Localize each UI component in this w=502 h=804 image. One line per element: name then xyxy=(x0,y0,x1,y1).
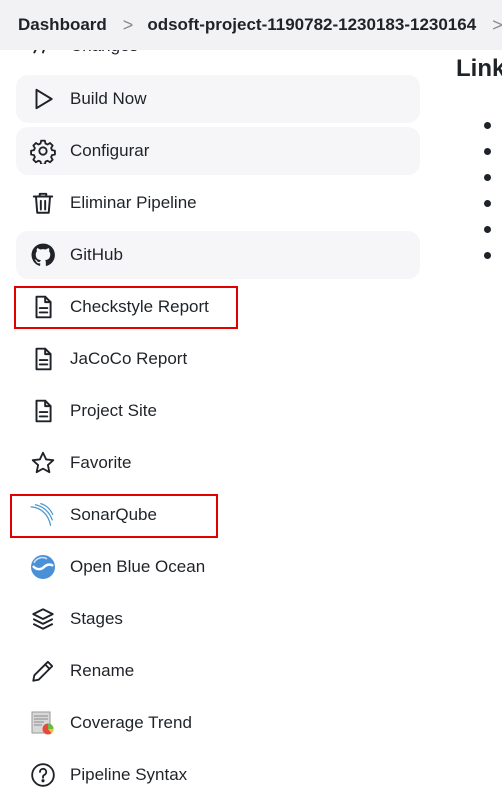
list-item xyxy=(484,200,491,207)
sidebar-item-label: GitHub xyxy=(70,245,123,264)
breadcrumb: Dashboard > odsoft-project-1190782-12301… xyxy=(0,0,502,50)
section-heading: Link xyxy=(456,55,502,82)
sidebar-item-label: Rename xyxy=(70,661,135,680)
sidebar-item-open-blue-ocean[interactable]: Open Blue Ocean xyxy=(16,543,420,591)
sonarqube-icon xyxy=(30,502,56,528)
list-item xyxy=(484,174,491,181)
sidebar-item-sonarqube[interactable]: SonarQube xyxy=(16,491,420,539)
sidebar-item-rename[interactable]: Rename xyxy=(16,647,420,695)
sidebar: Changes Build Now Configurar Eliminar Pi… xyxy=(0,0,430,804)
play-icon xyxy=(30,86,56,112)
sidebar-item-label: SonarQube xyxy=(70,505,157,524)
sidebar-item-label: Favorite xyxy=(70,453,132,472)
pencil-icon xyxy=(30,658,56,684)
sidebar-item-jacoco-report[interactable]: JaCoCo Report xyxy=(16,335,420,383)
breadcrumb-project[interactable]: odsoft-project-1190782-1230183-1230164 xyxy=(147,15,476,35)
list-item xyxy=(484,252,491,259)
trash-icon xyxy=(30,190,56,216)
list-item xyxy=(484,226,491,233)
sidebar-item-stages[interactable]: Stages xyxy=(16,595,420,643)
sidebar-item-build-now[interactable]: Build Now xyxy=(16,75,420,123)
document-icon xyxy=(30,294,56,320)
list-item xyxy=(484,148,491,155)
sidebar-item-checkstyle-report[interactable]: Checkstyle Report xyxy=(16,283,420,331)
sidebar-item-label: Eliminar Pipeline xyxy=(70,193,197,212)
sidebar-item-label: Coverage Trend xyxy=(70,713,192,732)
sidebar-item-eliminar-pipeline[interactable]: Eliminar Pipeline xyxy=(16,179,420,227)
sidebar-item-coverage-trend[interactable]: Coverage Trend xyxy=(16,699,420,747)
link-list xyxy=(484,122,491,278)
chevron-right-icon: > xyxy=(492,14,502,35)
coverage-chart-icon xyxy=(30,710,56,736)
sidebar-item-label: Build Now xyxy=(70,89,147,108)
document-icon xyxy=(30,346,56,372)
sidebar-item-configurar[interactable]: Configurar xyxy=(16,127,420,175)
sidebar-item-pipeline-syntax[interactable]: Pipeline Syntax xyxy=(16,751,420,799)
sidebar-item-github[interactable]: GitHub xyxy=(16,231,420,279)
github-icon xyxy=(30,242,56,268)
breadcrumb-dashboard[interactable]: Dashboard xyxy=(18,15,107,35)
sidebar-item-label: Stages xyxy=(70,609,123,628)
sidebar-item-label: Configurar xyxy=(70,141,150,160)
sidebar-item-project-site[interactable]: Project Site xyxy=(16,387,420,435)
gear-icon xyxy=(30,138,56,164)
sidebar-item-favorite[interactable]: Favorite xyxy=(16,439,420,487)
chevron-right-icon: > xyxy=(122,14,134,35)
help-circle-icon xyxy=(30,762,56,788)
sidebar-item-label: Open Blue Ocean xyxy=(70,557,206,576)
sidebar-item-label: Checkstyle Report xyxy=(70,297,209,316)
document-icon xyxy=(30,398,56,424)
star-icon xyxy=(30,450,56,476)
layers-icon xyxy=(30,606,56,632)
list-item xyxy=(484,122,491,129)
sidebar-item-label: Project Site xyxy=(70,401,157,420)
blue-ocean-icon xyxy=(30,554,56,580)
sidebar-item-label: Pipeline Syntax xyxy=(70,765,188,784)
sidebar-item-label: JaCoCo Report xyxy=(70,349,188,368)
